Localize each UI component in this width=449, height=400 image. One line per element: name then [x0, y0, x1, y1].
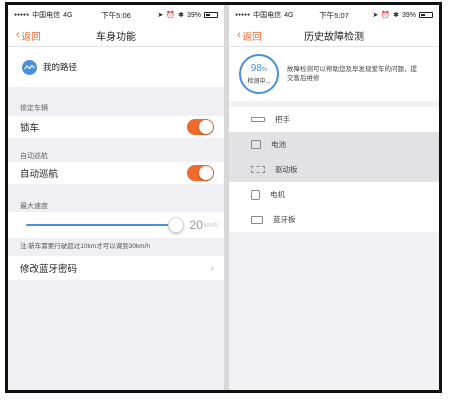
part-label: 电池: [271, 140, 286, 149]
part-label: 把手: [275, 115, 290, 124]
status-time: 下午5:07: [319, 10, 349, 20]
bluetooth-icon: ✱: [393, 12, 399, 19]
motor-icon: [251, 189, 260, 200]
location-icon: ➤: [157, 12, 164, 19]
max-speed-row: 20 km/h: [8, 212, 224, 238]
route-icon: [22, 59, 37, 75]
password-row-label: 修改蓝牙密码: [20, 264, 78, 275]
back-button[interactable]: ‹ 返回: [237, 29, 262, 43]
battery-icon: [419, 12, 433, 18]
nav-bar: ‹ 返回 历史故障检测: [229, 25, 439, 47]
battery-percent: 39%: [401, 11, 416, 19]
network-label: 4G: [63, 11, 73, 19]
status-bar: ●●●●● 中国电信 4G 下午5:06 ➤ ⏰ ✱ 39%: [8, 5, 224, 25]
nav-bar: ‹ 返回 车身功能: [8, 25, 224, 47]
speed-slider[interactable]: [26, 217, 184, 233]
chevron-left-icon: ‹: [16, 29, 20, 41]
diagnosis-card: 98% 检测中... 故障检测可以帮助您及早发现爱车的问题，提交售后维修: [229, 47, 439, 101]
carrier-label: 中国电信: [32, 12, 61, 19]
toggle-knob: [199, 166, 213, 180]
progress-gauge: 98% 检测中...: [239, 54, 279, 94]
gauge-status: 检测中...: [247, 78, 271, 85]
signal-icon: ●●●●●: [14, 12, 30, 18]
parts-list: 把手 电池 驱动板 电机 蓝牙板: [229, 107, 439, 232]
bluetooth-board-icon: [251, 215, 263, 224]
change-bluetooth-password-row[interactable]: 修改蓝牙密码 ›: [8, 256, 224, 280]
cruise-section-label: 自动巡航: [20, 153, 48, 160]
bluetooth-icon: ✱: [178, 12, 184, 19]
speed-slider-thumb[interactable]: [167, 217, 184, 233]
status-time: 下午5:06: [101, 10, 131, 20]
speed-section-label: 最大速度: [20, 203, 48, 210]
part-item-bluetooth-board[interactable]: 蓝牙板: [229, 207, 439, 232]
alarm-icon: ⏰: [381, 12, 391, 19]
lock-section-label: 锁定车辆: [20, 105, 48, 112]
lock-row: 锁车: [8, 116, 224, 138]
part-label: 电机: [270, 190, 285, 199]
route-label: 我的路径: [43, 62, 78, 72]
chevron-right-icon: ›: [210, 262, 214, 274]
battery-percent: 39%: [186, 11, 201, 19]
lock-row-label: 锁车: [20, 123, 40, 134]
part-item-driver-board[interactable]: 驱动板: [229, 157, 439, 182]
part-label: 蓝牙板: [273, 215, 296, 224]
speed-note: 注:新车需要行驶超过10km才可以调到30km/h: [20, 243, 151, 250]
part-item-handle[interactable]: 把手: [229, 107, 439, 132]
battery-icon: [204, 12, 218, 18]
status-bar: ●●●●● 中国电信 4G 下午5:07 ➤ ⏰ ✱ 39%: [229, 5, 439, 25]
speed-unit: km/h: [203, 221, 218, 229]
screenshot-frame: ●●●●● 中国电信 4G 下午5:06 ➤ ⏰ ✱ 39% ‹ 返回 车身功能: [5, 2, 442, 393]
cruise-row: 自动巡航: [8, 162, 224, 184]
part-item-motor[interactable]: 电机: [229, 182, 439, 207]
speed-value: 20: [189, 218, 203, 232]
chevron-left-icon: ‹: [237, 29, 241, 41]
toggle-knob: [199, 120, 213, 134]
back-button[interactable]: ‹ 返回: [16, 29, 41, 43]
cruise-toggle[interactable]: [187, 165, 214, 181]
part-label: 驱动板: [275, 165, 298, 174]
alarm-icon: ⏰: [166, 12, 176, 19]
carrier-label: 中国电信: [253, 12, 282, 19]
network-label: 4G: [284, 11, 294, 19]
location-icon: ➤: [372, 12, 379, 19]
vehicle-functions-screen: ●●●●● 中国电信 4G 下午5:06 ➤ ⏰ ✱ 39% ‹ 返回 车身功能: [8, 5, 224, 390]
gauge-unit: %: [261, 66, 268, 73]
my-route-item[interactable]: 我的路径: [8, 47, 224, 87]
lock-toggle[interactable]: [187, 119, 214, 135]
back-label: 返回: [21, 31, 41, 43]
fault-detection-screen: ●●●●● 中国电信 4G 下午5:07 ➤ ⏰ ✱ 39% ‹ 返回 历史故障…: [229, 5, 439, 390]
gauge-value: 98: [250, 62, 262, 74]
part-item-battery[interactable]: 电池: [229, 132, 439, 157]
driver-board-icon: [251, 166, 265, 173]
signal-icon: ●●●●●: [235, 12, 251, 18]
diagnosis-description: 故障检测可以帮助您及早发现爱车的问题，提交售后维修: [287, 65, 417, 82]
handle-icon: [251, 117, 265, 122]
battery-part-icon: [251, 140, 261, 149]
cruise-row-label: 自动巡航: [20, 169, 59, 180]
back-label: 返回: [242, 31, 262, 43]
